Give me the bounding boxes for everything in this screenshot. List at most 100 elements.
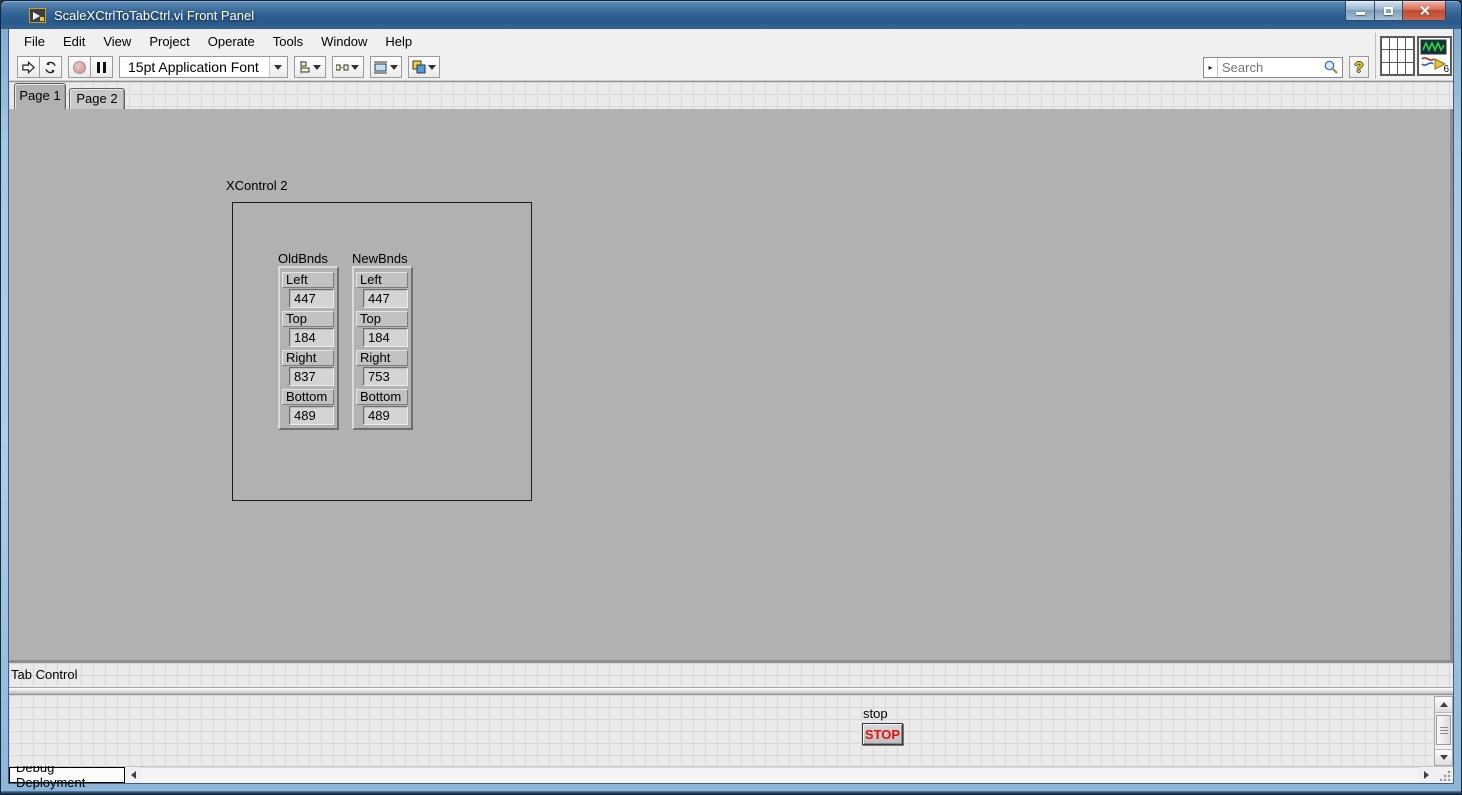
field-label-bottom: Bottom bbox=[356, 389, 408, 405]
resize-objects-button[interactable] bbox=[369, 56, 402, 78]
close-icon bbox=[1419, 5, 1430, 16]
field-value-top: 184 bbox=[289, 328, 334, 347]
reorder-icon bbox=[412, 60, 426, 74]
menu-project[interactable]: Project bbox=[140, 31, 198, 52]
field-value-right: 837 bbox=[289, 367, 334, 386]
window-chrome: File Edit View Project Operate Tools Win… bbox=[9, 29, 1453, 81]
tab-page-2[interactable]: Page 2 bbox=[69, 88, 125, 109]
search-history-arrow[interactable]: ▸ bbox=[1204, 57, 1218, 77]
scroll-left-button[interactable] bbox=[125, 767, 141, 783]
search-box[interactable]: ▸ bbox=[1203, 56, 1343, 78]
menu-tools[interactable]: Tools bbox=[264, 31, 312, 52]
resize-grip[interactable] bbox=[1434, 767, 1453, 783]
align-objects-button[interactable] bbox=[293, 56, 326, 78]
context-help-button[interactable]: ? bbox=[1349, 56, 1369, 78]
tab-control-page: XControl 2 OldBnds NewBnds Left 447 Top … bbox=[9, 109, 1453, 663]
menu-window[interactable]: Window bbox=[312, 31, 376, 52]
arrow-down-icon bbox=[1439, 755, 1448, 760]
minimize-icon bbox=[1355, 12, 1365, 15]
thumb-grip-icon bbox=[1439, 726, 1448, 734]
resize-objects-icon bbox=[373, 61, 387, 73]
tab-page-2-label: Page 2 bbox=[76, 91, 118, 106]
scroll-right-button[interactable] bbox=[1418, 767, 1434, 783]
chevron-down-icon bbox=[427, 64, 436, 70]
reorder-button[interactable] bbox=[407, 56, 440, 78]
horizontal-scroll-track[interactable] bbox=[141, 767, 1418, 783]
distribute-objects-icon bbox=[336, 64, 349, 70]
stop-button-text: STOP bbox=[864, 726, 901, 742]
minimize-button[interactable] bbox=[1345, 1, 1375, 21]
window-title: ScaleXCtrlToTabCtrl.vi Front Panel bbox=[54, 7, 255, 23]
connector-grid-icon bbox=[1381, 37, 1414, 75]
arrow-right-icon bbox=[1423, 771, 1429, 779]
menu-help[interactable]: Help bbox=[376, 31, 421, 52]
vertical-scroll-thumb[interactable] bbox=[1436, 715, 1451, 745]
titlebar[interactable]: ScaleXCtrlToTabCtrl.vi Front Panel bbox=[1, 1, 1461, 29]
field-label-right: Right bbox=[356, 350, 408, 366]
horizontal-splitter[interactable] bbox=[9, 687, 1453, 695]
arrow-left-icon bbox=[130, 771, 136, 779]
window-controls bbox=[1345, 1, 1446, 21]
client-area: File Edit View Project Operate Tools Win… bbox=[9, 29, 1453, 790]
tab-control-caption-strip: Tab Control bbox=[9, 663, 1453, 687]
menubar: File Edit View Project Operate Tools Win… bbox=[9, 29, 1453, 54]
menu-view[interactable]: View bbox=[94, 31, 140, 52]
stop-button[interactable]: STOP bbox=[862, 723, 903, 745]
vi-icon[interactable]: 6 bbox=[1417, 36, 1452, 76]
corner-icon-pane: 6 bbox=[1375, 33, 1452, 79]
cluster-newbnds-label: NewBnds bbox=[352, 251, 408, 266]
vertical-scrollbar[interactable] bbox=[1434, 696, 1453, 766]
run-continuously-button[interactable] bbox=[39, 56, 62, 78]
menu-operate[interactable]: Operate bbox=[199, 31, 264, 52]
run-button[interactable] bbox=[17, 56, 40, 78]
stop-label: stop bbox=[863, 706, 888, 721]
field-value-top: 184 bbox=[363, 328, 408, 347]
scroll-down-button[interactable] bbox=[1435, 749, 1452, 765]
execution-target-selector[interactable]: Debug Deployment bbox=[9, 760, 125, 790]
tab-page-1[interactable]: Page 1 bbox=[14, 83, 66, 109]
abort-button[interactable] bbox=[68, 56, 91, 78]
connector-pane-icon[interactable] bbox=[1380, 36, 1415, 76]
menu-edit[interactable]: Edit bbox=[54, 31, 94, 52]
font-selector-value: 15pt Application Font bbox=[128, 59, 259, 75]
field-value-left: 447 bbox=[289, 289, 334, 308]
field-label-top: Top bbox=[282, 311, 334, 327]
field-value-left: 447 bbox=[363, 289, 408, 308]
pause-button[interactable] bbox=[90, 56, 113, 78]
cluster-newbnds: Left 447 Top 184 Right 753 Bottom 489 bbox=[352, 266, 413, 430]
chevron-down-icon bbox=[313, 64, 322, 70]
font-selector[interactable]: 15pt Application Font bbox=[119, 56, 288, 78]
menu-file[interactable]: File bbox=[15, 31, 54, 52]
run-continuously-icon bbox=[45, 61, 56, 73]
align-objects-icon bbox=[300, 60, 310, 74]
field-value-bottom: 489 bbox=[363, 406, 408, 425]
vi-app-icon[interactable] bbox=[29, 7, 46, 23]
search-icon bbox=[1324, 60, 1338, 74]
labview-front-panel-window: ScaleXCtrlToTabCtrl.vi Front Panel File … bbox=[0, 0, 1462, 795]
abort-icon bbox=[73, 60, 86, 74]
field-label-right: Right bbox=[282, 350, 334, 366]
font-selector-arrow[interactable] bbox=[268, 57, 287, 77]
field-value-bottom: 489 bbox=[289, 406, 334, 425]
xcontrol-label: XControl 2 bbox=[226, 178, 288, 193]
maximize-button[interactable] bbox=[1374, 1, 1403, 21]
run-arrow-icon bbox=[22, 60, 36, 74]
arrow-up-icon bbox=[1439, 702, 1448, 707]
field-label-left: Left bbox=[282, 272, 334, 288]
scroll-up-button[interactable] bbox=[1435, 697, 1452, 713]
tab-page-1-label: Page 1 bbox=[19, 88, 61, 103]
field-value-right: 753 bbox=[363, 367, 408, 386]
pause-icon bbox=[97, 61, 106, 73]
search-input[interactable] bbox=[1218, 59, 1323, 75]
cluster-oldbnds-label: OldBnds bbox=[278, 251, 328, 266]
cluster-oldbnds: Left 447 Top 184 Right 837 Bottom 489 bbox=[278, 266, 339, 430]
status-scroll-row: Debug Deployment bbox=[9, 760, 1453, 790]
bottom-pane: stop STOP bbox=[9, 695, 1453, 766]
distribute-objects-button[interactable] bbox=[331, 56, 364, 78]
help-icon: ? bbox=[1354, 58, 1364, 76]
close-button[interactable] bbox=[1402, 1, 1446, 21]
chevron-down-icon bbox=[389, 64, 398, 70]
chevron-down-icon bbox=[274, 64, 283, 70]
field-label-top: Top bbox=[356, 311, 408, 327]
toolbar: 15pt Application Font ▸ Search ? bbox=[9, 54, 1453, 81]
